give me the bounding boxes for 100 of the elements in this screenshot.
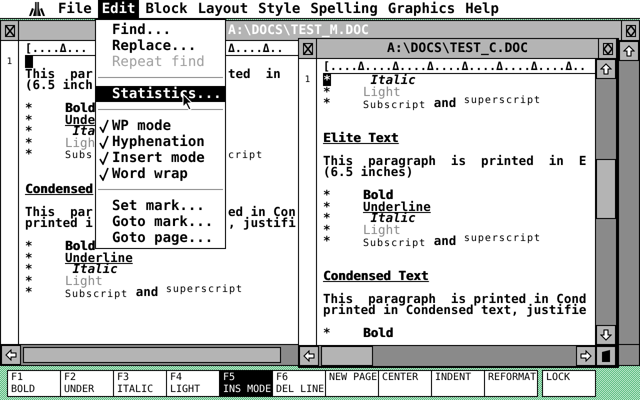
underline-text: Underline: [363, 200, 431, 212]
full-box[interactable]: [598, 39, 616, 58]
bullet-mark: *: [25, 252, 34, 263]
underline-text: Unde: [65, 114, 96, 125]
ruler: [....Δ...: [25, 42, 88, 54]
scroll-up-button[interactable]: [619, 41, 639, 61]
close-icon: [302, 42, 312, 54]
line-number: 1: [6, 56, 14, 68]
menu-title[interactable]: Spelling: [306, 0, 382, 18]
paragraph-text: (6.5 inches): [323, 166, 414, 178]
bullet-mark: *: [323, 212, 332, 224]
function-key[interactable]: F2 UNDER: [60, 370, 114, 397]
window-title: A:\DOCS\TEST_M.DOC: [228, 23, 369, 38]
arrow-icon: [600, 329, 612, 341]
scroll-left-button[interactable]: [299, 346, 319, 366]
paragraph-text: (6.5 inch: [25, 79, 93, 90]
bold-text: Bold: [65, 240, 96, 252]
scroll-thumb[interactable]: [321, 346, 373, 366]
menu-item[interactable]: Set mark...: [96, 198, 225, 214]
function-key[interactable]: F5 INS MODE: [219, 370, 273, 397]
scroll-thumb[interactable]: [23, 347, 281, 363]
menu-title[interactable]: Layout: [194, 0, 252, 18]
menu-title[interactable]: Edit: [98, 0, 140, 18]
menu-title[interactable]: Help: [461, 0, 503, 18]
function-key[interactable]: REFORMAT: [484, 370, 538, 397]
paragraph-text: This paragraph is printed in Cond: [323, 292, 586, 304]
bold-text: Bold: [363, 189, 394, 200]
scroll-down-button[interactable]: [596, 325, 616, 345]
paragraph-text: This par: [25, 68, 93, 79]
italic-text: Italic: [72, 263, 118, 274]
italic-text: Ita: [72, 125, 96, 136]
scroll-up-button[interactable]: [596, 59, 616, 79]
bullet-mark: *: [25, 102, 34, 114]
paragraph-text: This paragraph is printed in E: [323, 154, 586, 166]
menu-item[interactable]: Goto mark...: [96, 214, 225, 230]
function-key[interactable]: F3 ITALIC: [113, 370, 167, 397]
text-cursor: *: [323, 74, 331, 86]
menu-item[interactable]: Goto page...: [96, 230, 225, 246]
bullet-mark: *: [323, 224, 332, 235]
diamond-icon: [626, 24, 636, 36]
bullet-mark: *: [323, 327, 332, 338]
light-text: Ligh: [65, 136, 96, 148]
bullet-mark: *: [25, 114, 34, 125]
function-key[interactable]: LOCK: [542, 370, 596, 397]
line-number: 1: [304, 74, 312, 86]
menu-title[interactable]: Graphics: [384, 0, 460, 18]
menu-title[interactable]: Style: [254, 0, 304, 18]
full-box[interactable]: [621, 21, 639, 40]
window-title: A:\DOCS\TEST_C.DOC: [386, 41, 529, 56]
bullet-mark: *: [323, 86, 332, 97]
bullet-mark: *: [323, 189, 332, 200]
resize-handle[interactable]: [596, 346, 616, 366]
logo-icon[interactable]: [28, 2, 46, 16]
menu-title[interactable]: Block: [141, 0, 192, 18]
paragraph-text: ed in Con: [228, 206, 296, 217]
bullet-mark: *: [25, 286, 34, 298]
scroll-thumb[interactable]: [596, 159, 616, 219]
script-text: Subs: [65, 150, 94, 161]
menu-item[interactable]: Word wrap: [96, 166, 225, 182]
heading-text: Condensed Text: [323, 270, 428, 281]
menu-item[interactable]: WP mode: [96, 118, 225, 134]
menu-item[interactable]: Insert mode: [96, 150, 225, 166]
paragraph-text: ted in: [228, 68, 281, 79]
arrow-icon: [580, 350, 592, 362]
function-key[interactable]: NEW PAGE: [325, 370, 379, 397]
heading-text: Elite Text: [323, 132, 398, 143]
underline-text: Underline: [65, 252, 133, 263]
bold-text: Bold: [65, 102, 96, 114]
bullet-mark: *: [323, 97, 332, 108]
paragraph-text: cript: [228, 148, 264, 161]
bullet-mark: *: [323, 235, 332, 246]
function-key[interactable]: INDENT: [431, 370, 485, 397]
menu-title[interactable]: File: [54, 0, 96, 18]
function-key[interactable]: CENTER: [378, 370, 432, 397]
menu-item[interactable]: Replace...: [96, 38, 225, 54]
scroll-left-button[interactable]: [1, 345, 21, 365]
bullet-mark: *: [25, 136, 34, 148]
bullet-mark: *: [323, 200, 332, 212]
heading-text: Condensed: [25, 182, 93, 194]
menu-item[interactable]: Hyphenation: [96, 134, 225, 150]
scroll-right-button[interactable]: [576, 346, 596, 366]
function-key[interactable]: F6 DEL LINE: [272, 370, 326, 397]
menu-item[interactable]: Find...: [96, 22, 225, 38]
italic-text: Italic: [370, 74, 416, 86]
bullet-mark: *: [25, 125, 34, 136]
function-key[interactable]: F1 BOLD: [7, 370, 61, 397]
arrow-icon: [303, 350, 315, 362]
ruler: Δ....Δ..: [228, 42, 284, 54]
menu-item[interactable]: Statistics...: [96, 86, 225, 102]
function-key[interactable]: F4 LIGHT: [166, 370, 220, 397]
arrow-icon: [623, 45, 635, 57]
arrow-icon: [5, 349, 17, 361]
paragraph-text: This par: [25, 206, 93, 217]
arrow-icon: [600, 63, 612, 75]
bullet-mark: *: [25, 240, 34, 252]
resize-icon: [600, 349, 612, 363]
diamond-icon: [602, 42, 612, 54]
ruler: [....Δ....Δ....Δ....Δ....Δ....Δ....Δ..: [323, 60, 586, 72]
bullet-mark: *: [25, 263, 34, 274]
bullet-mark: *: [25, 148, 34, 160]
